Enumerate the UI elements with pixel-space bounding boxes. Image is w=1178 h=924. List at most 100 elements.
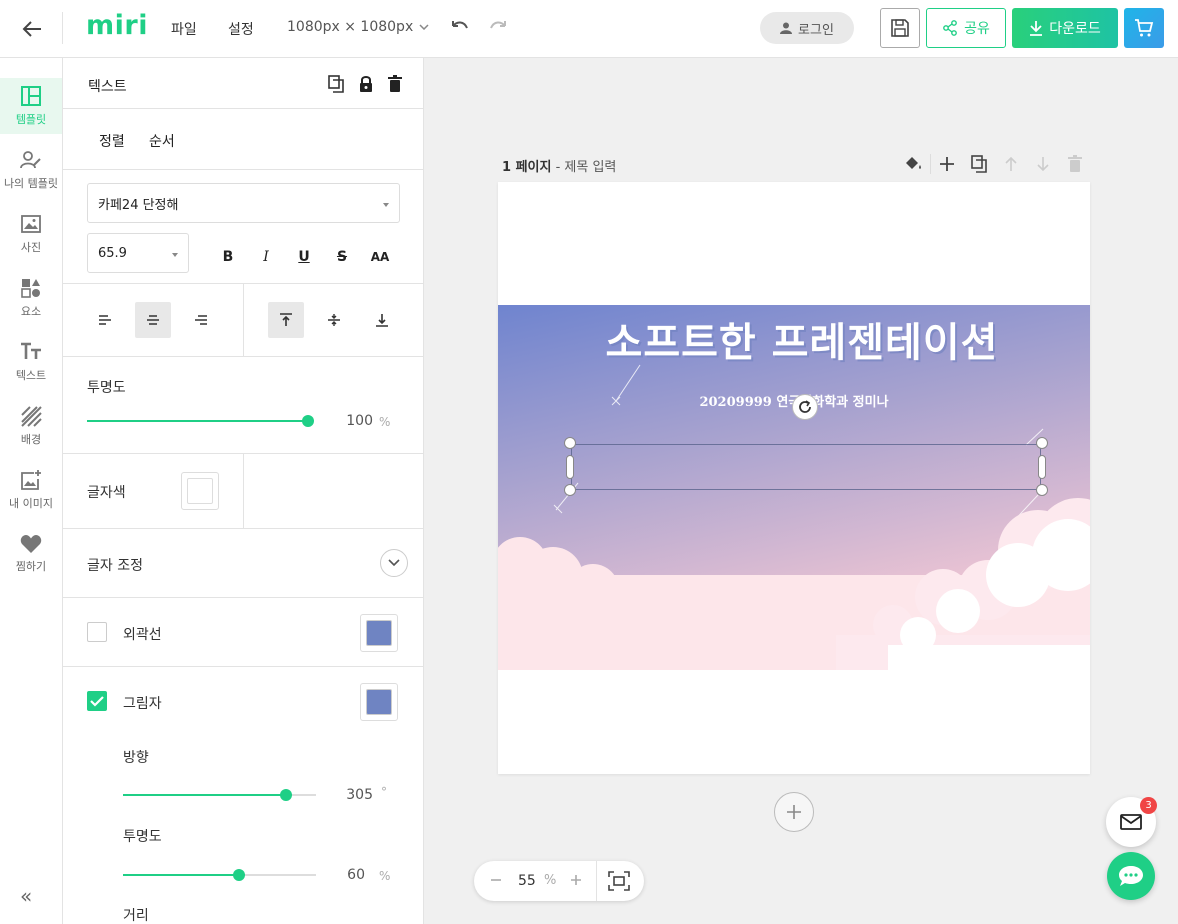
text-selection-box[interactable]	[571, 444, 1041, 490]
add-page-button[interactable]	[931, 152, 963, 176]
outline-section: 외곽선	[63, 598, 423, 667]
collapse-sidebar-button[interactable]: «	[20, 884, 32, 908]
plus-icon	[571, 875, 581, 885]
trash-icon	[1068, 155, 1082, 172]
menu-file[interactable]: 파일	[171, 19, 197, 39]
page-title-input[interactable]: - 제목 입력	[556, 160, 617, 175]
move-page-up-button[interactable]	[995, 152, 1027, 176]
save-button[interactable]	[880, 8, 920, 48]
duplicate-icon	[971, 155, 987, 173]
slider-knob[interactable]	[302, 415, 314, 427]
check-icon	[90, 695, 104, 707]
login-button[interactable]: 로그인	[760, 12, 854, 44]
sidebar-item-label: 나의 템플릿	[3, 177, 59, 190]
opacity-value[interactable]: 100	[333, 413, 373, 429]
minus-icon	[491, 879, 501, 881]
floppy-disk-icon	[891, 19, 909, 37]
tab-align[interactable]: 정렬	[99, 131, 125, 151]
direction-label: 방향	[123, 750, 149, 766]
divider	[243, 454, 244, 529]
sidebar-item-templates[interactable]: 템플릿	[0, 78, 62, 134]
font-size-select[interactable]: 65.9	[87, 233, 189, 273]
back-button[interactable]	[18, 15, 46, 43]
sidebar-item-my-images[interactable]: 내 이미지	[0, 462, 62, 518]
add-page-button[interactable]	[774, 792, 814, 832]
duplicate-icon[interactable]	[328, 75, 344, 93]
direction-value[interactable]: 305	[333, 787, 373, 803]
move-page-down-button[interactable]	[1027, 152, 1059, 176]
resize-handle-top-right[interactable]	[1036, 437, 1048, 449]
opacity-slider[interactable]	[87, 415, 314, 427]
valign-top-button[interactable]	[268, 302, 304, 338]
sidebar-item-my-templates[interactable]: 나의 템플릿	[0, 142, 62, 198]
resize-handle-top-left[interactable]	[564, 437, 576, 449]
caret-down-icon	[383, 203, 389, 207]
menu-settings[interactable]: 설정	[228, 19, 254, 39]
slider-knob[interactable]	[232, 869, 245, 881]
cart-button[interactable]	[1124, 8, 1164, 48]
text-case-button[interactable]: AA	[367, 244, 393, 270]
sidebar-item-label: 사진	[20, 241, 42, 254]
chat-button[interactable]	[1107, 852, 1155, 900]
slider-knob[interactable]	[280, 789, 293, 801]
expand-adjust-button[interactable]	[380, 549, 408, 577]
download-button[interactable]: 다운로드	[1012, 8, 1118, 48]
sidebar-item-favorites[interactable]: 찜하기	[0, 526, 62, 582]
canvas-size-dropdown[interactable]: 1080px × 1080px	[287, 19, 429, 35]
align-left-button[interactable]	[87, 302, 123, 338]
shadow-opacity-value[interactable]: 60	[325, 867, 365, 883]
strikethrough-button[interactable]: S	[329, 244, 355, 270]
shadow-color-swatch[interactable]	[360, 683, 398, 721]
logo[interactable]: miri	[86, 10, 148, 41]
redo-icon[interactable]	[487, 17, 509, 39]
align-left-icon	[99, 315, 111, 325]
direction-slider[interactable]	[123, 789, 316, 801]
resize-handle-right[interactable]	[1038, 455, 1046, 479]
shadow-checkbox[interactable]	[87, 691, 107, 711]
headline-text[interactable]: 소프트한 프레젠테이션	[572, 310, 1032, 368]
fit-screen-icon[interactable]	[608, 871, 630, 891]
lock-icon[interactable]	[358, 75, 374, 93]
underline-button[interactable]: U	[291, 244, 317, 270]
rotate-handle[interactable]	[792, 394, 818, 420]
valign-bottom-button[interactable]	[364, 302, 400, 338]
trash-icon[interactable]	[388, 75, 402, 93]
sidebar-item-photos[interactable]: 사진	[0, 206, 62, 262]
valign-middle-button[interactable]	[316, 302, 352, 338]
panel-tabs: 정렬 순서	[63, 109, 423, 170]
align-center-button[interactable]	[135, 302, 171, 338]
design-page[interactable]: 소프트한 프레젠테이션 20209999 연극영화학과 정미나	[498, 182, 1090, 774]
outline-color-swatch[interactable]	[360, 614, 398, 652]
shadow-opacity-slider[interactable]	[123, 869, 316, 881]
divider	[596, 861, 597, 901]
outline-checkbox[interactable]	[87, 622, 107, 642]
page-color-button[interactable]	[898, 152, 930, 176]
italic-button[interactable]: I	[253, 244, 279, 270]
resize-handle-bottom-left[interactable]	[564, 484, 576, 496]
resize-handle-left[interactable]	[566, 455, 574, 479]
delete-page-button[interactable]	[1059, 152, 1091, 176]
text-adjust-label: 글자 조정	[87, 558, 143, 574]
text-icon	[21, 342, 41, 359]
undo-icon[interactable]	[449, 17, 471, 39]
zoom-value[interactable]: 55	[518, 873, 536, 889]
left-nav: 템플릿 나의 템플릿 사진 요소 텍스트 배경 내 이미지 찜하기 «	[0, 58, 63, 924]
sidebar-item-elements[interactable]: 요소	[0, 270, 62, 326]
page-toolbar	[898, 152, 1091, 176]
page-title[interactable]: 1 페이지 - 제목 입력	[502, 156, 616, 175]
align-right-button[interactable]	[183, 302, 219, 338]
bold-button[interactable]: B	[215, 244, 241, 270]
text-color-swatch[interactable]	[181, 472, 219, 510]
duplicate-page-button[interactable]	[963, 152, 995, 176]
resize-handle-bottom-right[interactable]	[1036, 484, 1048, 496]
zoom-in-button[interactable]	[570, 870, 582, 891]
panel-header: 텍스트	[63, 58, 423, 109]
sidebar-item-label: 내 이미지	[9, 497, 53, 510]
tab-order[interactable]: 순서	[149, 131, 175, 151]
sidebar-item-background[interactable]: 배경	[0, 398, 62, 454]
font-family-select[interactable]: 카페24 단정해	[87, 183, 400, 223]
share-button[interactable]: 공유	[926, 8, 1006, 48]
text-color-label: 글자색	[87, 485, 126, 501]
sidebar-item-text[interactable]: 텍스트	[0, 334, 62, 390]
zoom-out-button[interactable]	[490, 870, 502, 891]
